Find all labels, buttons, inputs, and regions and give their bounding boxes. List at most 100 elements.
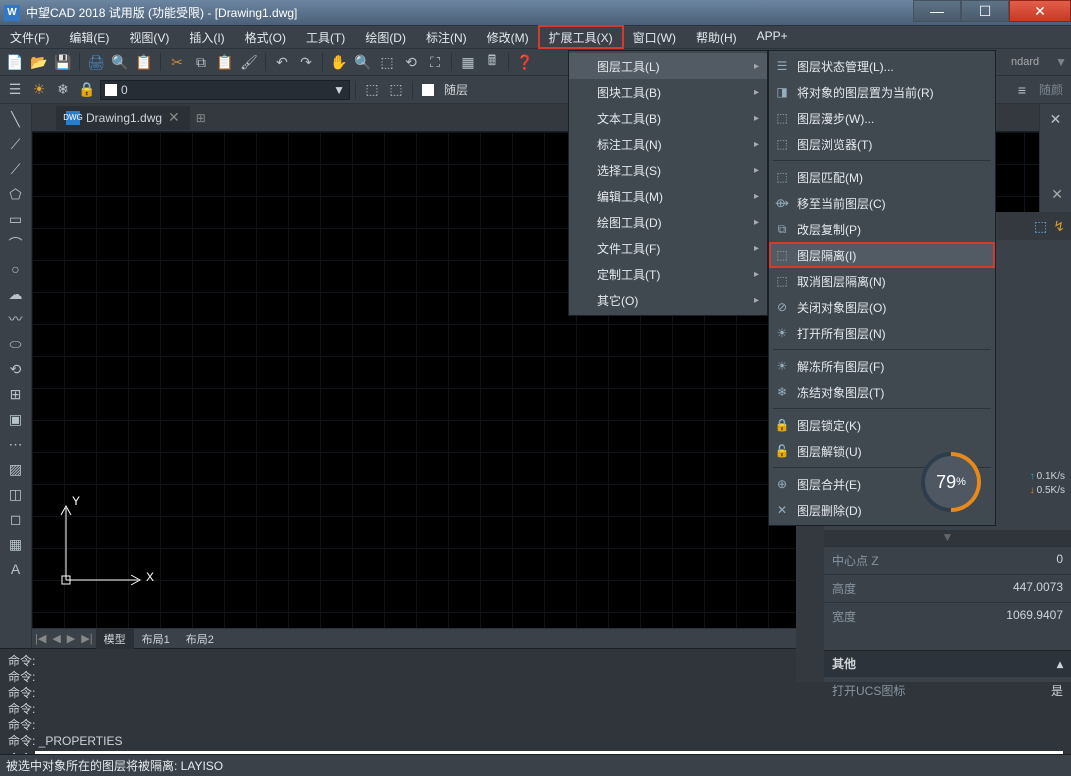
rectangle-icon[interactable]: ▭ <box>5 208 27 230</box>
zoom-icon[interactable]: ⛶ <box>424 51 446 73</box>
layer-match[interactable]: ⬚图层匹配(M) <box>769 164 995 190</box>
submenu-draw-tools[interactable]: 绘图工具(D)▸ <box>569 209 767 235</box>
layer-prev-icon[interactable]: ⬚ <box>361 79 383 101</box>
erase-icon[interactable]: ✕ <box>1045 108 1067 130</box>
layer-off[interactable]: ⊘关闭对象图层(O) <box>769 294 995 320</box>
select-icon[interactable]: ↯ <box>1053 218 1065 235</box>
linetype-icon[interactable]: ≡ <box>1011 79 1033 101</box>
cut-icon[interactable]: ✂ <box>166 51 188 73</box>
style-dropdown[interactable]: ndard <box>1007 54 1053 70</box>
layer-freeze[interactable]: ❄冻结对象图层(T) <box>769 379 995 405</box>
copy-to-layer[interactable]: ⧉改层复制(P) <box>769 216 995 242</box>
layer-browser[interactable]: ⬚图层浏览器(T) <box>769 131 995 157</box>
publish-icon[interactable]: 📋 <box>133 51 155 73</box>
menu-insert[interactable]: 插入(I) <box>179 26 234 48</box>
submenu-select-tools[interactable]: 选择工具(S)▸ <box>569 157 767 183</box>
zoom-realtime-icon[interactable]: 🔍 <box>352 51 374 73</box>
new-tab-icon[interactable]: ⊞ <box>190 111 212 125</box>
submenu-other[interactable]: 其它(O)▸ <box>569 287 767 313</box>
layer-walk[interactable]: ⬚图层漫步(W)... <box>769 105 995 131</box>
layout-first-icon[interactable]: |◀ <box>32 632 49 645</box>
menu-file[interactable]: 文件(F) <box>0 26 59 48</box>
region-icon[interactable]: ◻ <box>5 508 27 530</box>
layout-tab-model[interactable]: 模型 <box>96 629 134 649</box>
polyline-icon[interactable]: ⟋ <box>5 158 27 180</box>
layout-tab-2[interactable]: 布局2 <box>178 629 222 649</box>
layer-match-icon[interactable]: ⬚ <box>385 79 407 101</box>
open-icon[interactable]: 📂 <box>28 51 50 73</box>
layer-freeze-icon[interactable]: ❄ <box>52 79 74 101</box>
gradient-icon[interactable]: ◫ <box>5 483 27 505</box>
print-icon[interactable]: 🖨 <box>85 51 107 73</box>
system-monitor-widget[interactable]: 79% <box>921 452 981 512</box>
menu-format[interactable]: 格式(O) <box>235 26 296 48</box>
submenu-text-tools[interactable]: 文本工具(B)▸ <box>569 105 767 131</box>
menu-edit[interactable]: 编辑(E) <box>59 26 119 48</box>
layout-prev-icon[interactable]: ◀ <box>49 632 63 645</box>
command-input[interactable] <box>35 751 1063 754</box>
spline-icon[interactable]: 〰 <box>5 308 27 330</box>
menu-tools[interactable]: 工具(T) <box>296 26 355 48</box>
undo-icon[interactable]: ↶ <box>271 51 293 73</box>
layer-properties-icon[interactable]: ☰ <box>4 79 26 101</box>
layer-isolate[interactable]: ⬚图层隔离(I) <box>769 242 995 268</box>
paste-icon[interactable]: 📋 <box>214 51 236 73</box>
submenu-edit-tools[interactable]: 编辑工具(M)▸ <box>569 183 767 209</box>
properties-icon[interactable]: ▦ <box>457 51 479 73</box>
pan-icon[interactable]: ✋ <box>328 51 350 73</box>
make-object-layer-current[interactable]: ◨将对象的图层置为当前(R) <box>769 79 995 105</box>
layout-next-icon[interactable]: ▶ <box>64 632 78 645</box>
table-icon[interactable]: ▦ <box>5 533 27 555</box>
redo-icon[interactable]: ↷ <box>295 51 317 73</box>
layer-states-manager[interactable]: ☰图层状态管理(L)... <box>769 53 995 79</box>
layer-on-all[interactable]: ☀打开所有图层(N) <box>769 320 995 346</box>
menu-window[interactable]: 窗口(W) <box>623 26 686 48</box>
layer-states-icon[interactable]: ☀ <box>28 79 50 101</box>
layout-last-icon[interactable]: ▶| <box>78 632 95 645</box>
submenu-custom-tools[interactable]: 定制工具(T)▸ <box>569 261 767 287</box>
menu-view[interactable]: 视图(V) <box>119 26 179 48</box>
zoom-window-icon[interactable]: ⬚ <box>376 51 398 73</box>
zoom-previous-icon[interactable]: ⟲ <box>400 51 422 73</box>
preview-icon[interactable]: 🔍 <box>109 51 131 73</box>
menu-help[interactable]: 帮助(H) <box>686 26 747 48</box>
document-tab[interactable]: DWG Drawing1.dwg ✕ <box>56 106 190 130</box>
mtext-icon[interactable]: A <box>5 558 27 580</box>
menu-modify[interactable]: 修改(M) <box>477 26 539 48</box>
layer-thaw-all[interactable]: ☀解冻所有图层(F) <box>769 353 995 379</box>
layer-dropdown[interactable]: 0 ▼ <box>100 80 350 100</box>
polygon-icon[interactable]: ⬠ <box>5 183 27 205</box>
submenu-block-tools[interactable]: 图块工具(B)▸ <box>569 79 767 105</box>
submenu-dim-tools[interactable]: 标注工具(N)▸ <box>569 131 767 157</box>
circle-icon[interactable]: ○ <box>5 258 27 280</box>
layer-unisolate[interactable]: ⬚取消图层隔离(N) <box>769 268 995 294</box>
make-block-icon[interactable]: ▣ <box>5 408 27 430</box>
insert-block-icon[interactable]: ⊞ <box>5 383 27 405</box>
menu-draw[interactable]: 绘图(D) <box>355 26 416 48</box>
calc-icon[interactable]: 🖩 <box>481 51 503 73</box>
copy-icon[interactable]: ⧉ <box>190 51 212 73</box>
ellipse-arc-icon[interactable]: ⟲ <box>5 358 27 380</box>
layer-lock[interactable]: 🔒图层锁定(K) <box>769 412 995 438</box>
ellipse-icon[interactable]: ⬭ <box>5 333 27 355</box>
arc-icon[interactable]: ⌒ <box>5 233 27 255</box>
expand-icon[interactable]: ▼ <box>824 530 1071 546</box>
close-button[interactable]: ✕ <box>1009 0 1071 22</box>
close-tab-icon[interactable]: ✕ <box>168 109 180 126</box>
submenu-layer-tools[interactable]: 图层工具(L)▸ <box>569 53 767 79</box>
line-icon[interactable]: ╲ <box>5 108 27 130</box>
color-swatch[interactable] <box>422 84 434 96</box>
hatch-icon[interactable]: ▨ <box>5 458 27 480</box>
lightning-icon[interactable]: ⬚ <box>1034 218 1047 235</box>
new-icon[interactable]: 📄 <box>4 51 26 73</box>
point-icon[interactable]: ⋯ <box>5 433 27 455</box>
menu-express-tools[interactable]: 扩展工具(X) <box>539 26 623 48</box>
menu-app[interactable]: APP+ <box>747 26 798 48</box>
layer-lock-icon[interactable]: 🔒 <box>76 79 98 101</box>
close-panel-icon[interactable]: ✕ <box>1051 186 1063 203</box>
submenu-file-tools[interactable]: 文件工具(F)▸ <box>569 235 767 261</box>
help-icon[interactable]: ❓ <box>514 51 536 73</box>
xline-icon[interactable]: ⟋ <box>5 133 27 155</box>
save-icon[interactable]: 💾 <box>52 51 74 73</box>
matchprops-icon[interactable]: 🖌 <box>238 51 260 73</box>
